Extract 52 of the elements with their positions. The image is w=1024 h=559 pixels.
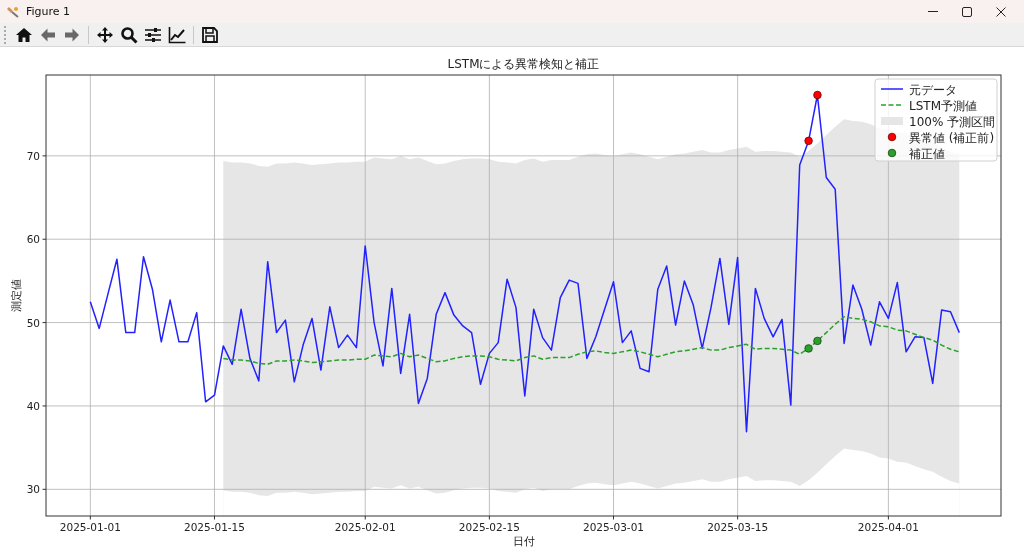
chart-title: LSTMによる異常検知と補正 [447, 57, 600, 71]
tick-label: 70 [26, 149, 40, 162]
tick-mark [89, 515, 91, 520]
tick-label: 2025-02-15 [458, 521, 520, 533]
data-point [813, 90, 822, 100]
zoom-button[interactable] [119, 24, 139, 45]
tick-mark [42, 155, 47, 157]
tick-label: 2025-03-01 [583, 521, 644, 533]
tick-label: 30 [26, 483, 40, 496]
legend-dot-icon [887, 148, 897, 158]
tick-label: 60 [26, 233, 40, 246]
tick-label: 2025-02-01 [334, 521, 396, 533]
sliders-icon [144, 25, 162, 44]
tick-label: 2025-04-01 [857, 521, 919, 533]
tick-label: 2025-01-01 [59, 521, 121, 533]
axis-label: 測定値 [10, 279, 22, 312]
legend-label: LSTM予測値 [909, 98, 977, 113]
save-button[interactable] [200, 24, 220, 45]
data-point [813, 336, 822, 346]
search-icon [120, 25, 138, 44]
legend-swatch-icon [881, 117, 903, 125]
save-icon [201, 25, 219, 44]
tick-label: 2025-03-15 [707, 521, 769, 533]
tick-mark [737, 515, 739, 520]
tick-mark [42, 488, 47, 490]
tick-label: 50 [26, 316, 40, 329]
legend-label: 元データ [909, 82, 957, 97]
tick-label: 2025-01-15 [183, 521, 245, 533]
window-title: Figure 1 [26, 5, 72, 18]
legend-label: 異常値 (補正前) [909, 130, 995, 145]
legend-dash-icon [880, 104, 904, 106]
tick-mark [488, 515, 490, 520]
curves-button[interactable] [167, 24, 187, 45]
axis-label: 日付 [512, 535, 535, 547]
tick-mark [364, 515, 366, 520]
legend-label: 100% 予測区間 [909, 114, 996, 129]
move-icon [96, 25, 114, 44]
legend-line-icon [880, 88, 904, 90]
tick-mark [613, 515, 614, 520]
home-icon [15, 25, 33, 44]
data-point [804, 136, 813, 146]
legend-dot-icon [887, 132, 897, 142]
app-icon [6, 4, 20, 19]
data-point [804, 344, 813, 353]
line-chart-icon [168, 25, 186, 44]
tick-mark [42, 405, 47, 407]
tick-mark [42, 238, 47, 240]
tick-mark [42, 322, 47, 324]
tick-mark [887, 515, 889, 520]
tick-label: 40 [26, 399, 40, 412]
tick-mark [214, 515, 215, 520]
legend-label: 補正値 [909, 146, 945, 161]
